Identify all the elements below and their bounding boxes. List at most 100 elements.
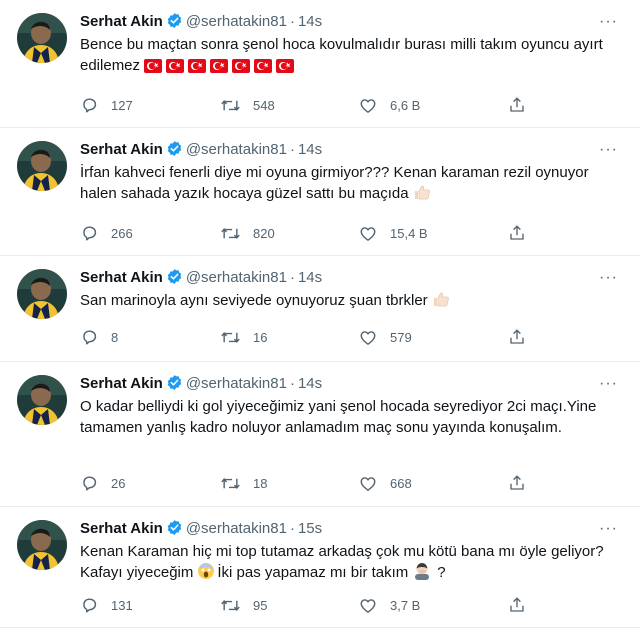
more-options-button[interactable]: ··· — [599, 12, 618, 32]
author-name[interactable]: Serhat Akin — [80, 520, 163, 537]
tweet-actions: 26 18 668 — [80, 472, 540, 494]
retweet-button[interactable]: 548 — [220, 94, 275, 116]
retweet-count: 16 — [253, 329, 268, 345]
screaming-face-emoji — [197, 562, 215, 586]
tweet-header: Serhat Akin @serhatakin81 · 14s ··· — [80, 140, 626, 160]
tweet[interactable]: Serhat Akin @serhatakin81 · 14s ··· Bence bu … — [0, 0, 640, 128]
turkish-flag-icon — [210, 59, 229, 73]
reply-button[interactable]: 8 — [80, 326, 118, 348]
retweet-button[interactable]: 18 — [220, 472, 267, 494]
author-handle[interactable]: @serhatakin81 — [186, 13, 287, 30]
tweet-timestamp[interactable]: 14s — [298, 375, 322, 392]
person-facepalming-emoji — [412, 562, 434, 586]
share-button[interactable] — [508, 326, 526, 348]
reply-button[interactable]: 266 — [80, 222, 133, 244]
turkish-flag-icon — [166, 59, 185, 73]
turkish-flag-emoji — [254, 58, 273, 79]
like-count: 15,4 B — [390, 225, 428, 241]
thumbs-up-emoji — [413, 183, 431, 207]
tweet-content: Serhat Akin @serhatakin81 · 14s ··· San marin… — [80, 268, 626, 314]
tweet-text: İrfan kahveci fenerli diye mi oyuna girm… — [80, 162, 626, 207]
tweet-timestamp[interactable]: 14s — [298, 141, 322, 158]
share-button[interactable] — [508, 94, 526, 116]
tweet-text: San marinoyla aynı seviyede oynuyoruz şu… — [80, 290, 626, 314]
share-button[interactable] — [508, 594, 526, 616]
author-handle[interactable]: @serhatakin81 — [186, 520, 287, 537]
separator-dot: · — [289, 269, 295, 286]
reply-button[interactable]: 26 — [80, 472, 125, 494]
turkish-flag-emoji — [188, 58, 207, 79]
retweet-count: 820 — [253, 225, 275, 241]
profile-photo — [17, 141, 67, 191]
replie-count: 127 — [111, 97, 133, 113]
tweet-text-body: O kadar belliydi ki gol yiyeceğimiz yani… — [80, 398, 597, 436]
tweet-timestamp[interactable]: 15s — [298, 520, 322, 537]
like-button[interactable]: 668 — [358, 472, 412, 494]
author-name[interactable]: Serhat Akin — [80, 375, 163, 392]
avatar[interactable] — [17, 520, 67, 570]
retweet-icon — [221, 227, 240, 239]
like-button[interactable]: 579 — [358, 326, 412, 348]
profile-photo — [17, 520, 67, 570]
turkish-flag-icon — [254, 59, 273, 73]
share-button[interactable] — [508, 472, 526, 494]
reply-button[interactable]: 127 — [80, 94, 133, 116]
avatar[interactable] — [17, 269, 67, 319]
retweet-button[interactable]: 16 — [220, 326, 267, 348]
thumbs-up-icon — [433, 292, 449, 307]
more-options-button[interactable]: ··· — [599, 374, 618, 394]
tweet-text-part: ? — [437, 564, 446, 581]
tweet[interactable]: Serhat Akin @serhatakin81 · 14s ··· O kadar b… — [0, 362, 640, 507]
tweet[interactable]: Serhat Akin @serhatakin81 · 14s ··· İrfan kah… — [0, 128, 640, 256]
like-button[interactable]: 15,4 B — [358, 222, 428, 244]
turkish-flag-emoji — [166, 58, 185, 79]
tweet-timestamp[interactable]: 14s — [298, 13, 322, 30]
separator-dot: · — [289, 141, 295, 158]
reply-icon — [83, 597, 97, 613]
retweet-button[interactable]: 820 — [220, 222, 275, 244]
turkish-flag-emoji — [276, 58, 295, 79]
like-count: 3,7 B — [390, 597, 421, 613]
tweet-content: Serhat Akin @serhatakin81 · 14s ··· İrfan kah… — [80, 140, 626, 207]
like-count: 579 — [390, 329, 412, 345]
retweet-icon — [221, 99, 240, 111]
profile-photo — [17, 13, 67, 63]
tweet-timestamp[interactable]: 14s — [298, 269, 322, 286]
screaming-face-icon — [198, 563, 215, 579]
tweet[interactable]: Serhat Akin @serhatakin81 · 15s ··· Kenan Kar… — [0, 507, 640, 628]
more-options-button[interactable]: ··· — [599, 519, 618, 539]
tweet-actions: 8 16 579 — [80, 326, 540, 348]
author-name[interactable]: Serhat Akin — [80, 269, 163, 286]
person-facepalming-icon — [415, 563, 430, 580]
profile-photo — [17, 269, 67, 319]
author-handle[interactable]: @serhatakin81 — [186, 141, 287, 158]
retweet-count: 95 — [253, 597, 268, 613]
share-button[interactable] — [508, 222, 526, 244]
reply-button[interactable]: 131 — [80, 594, 133, 616]
tweet[interactable]: Serhat Akin @serhatakin81 · 14s ··· San marin… — [0, 256, 640, 362]
more-options-button[interactable]: ··· — [599, 268, 618, 288]
avatar[interactable] — [17, 141, 67, 191]
retweet-button[interactable]: 95 — [220, 594, 267, 616]
tweet-actions: 127 548 6,6 B — [80, 94, 540, 116]
author-handle[interactable]: @serhatakin81 — [186, 375, 287, 392]
share-icon — [510, 475, 524, 490]
avatar[interactable] — [17, 13, 67, 63]
like-icon — [360, 598, 376, 613]
more-options-button[interactable]: ··· — [599, 140, 618, 160]
verified-badge — [166, 374, 183, 397]
replie-count: 26 — [111, 475, 126, 491]
author-name[interactable]: Serhat Akin — [80, 13, 163, 30]
separator-dot: · — [289, 13, 295, 30]
author-name[interactable]: Serhat Akin — [80, 141, 163, 158]
turkish-flag-icon — [144, 59, 163, 73]
like-button[interactable]: 3,7 B — [358, 594, 420, 616]
author-handle[interactable]: @serhatakin81 — [186, 269, 287, 286]
verified-badge — [166, 12, 183, 35]
verified-badge-icon — [167, 375, 182, 390]
like-icon — [360, 98, 376, 113]
turkish-flag-emoji — [210, 58, 229, 79]
like-button[interactable]: 6,6 B — [358, 94, 420, 116]
avatar[interactable] — [17, 375, 67, 425]
reply-icon — [83, 97, 97, 113]
